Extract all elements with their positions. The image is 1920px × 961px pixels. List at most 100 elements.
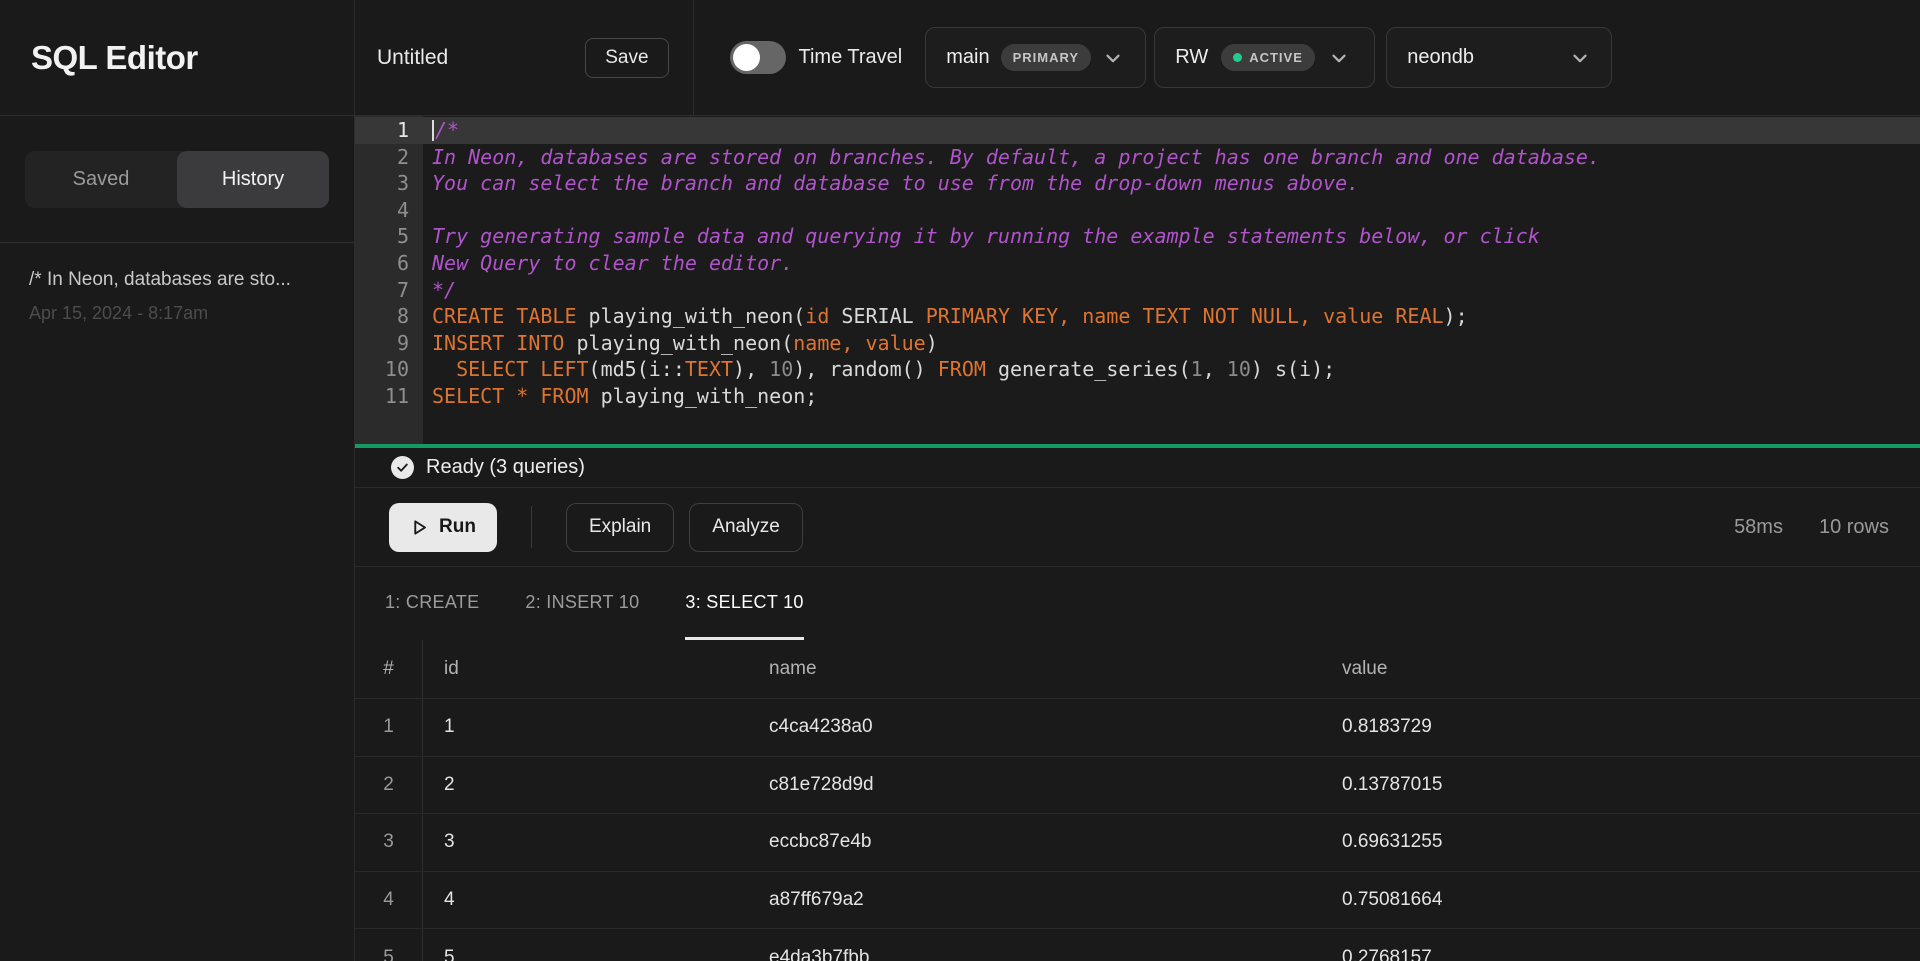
cell: 3 (355, 814, 423, 871)
cell: 3 (423, 831, 749, 853)
text-cursor (432, 120, 434, 141)
token: 10 (769, 357, 793, 381)
chevron-down-icon (1569, 47, 1591, 69)
query-title: Untitled (377, 46, 448, 70)
endpoint-status-label: ACTIVE (1249, 50, 1303, 65)
line-number: 3 (355, 170, 423, 197)
token (1130, 304, 1142, 328)
cell: a87ff679a2 (749, 889, 1322, 911)
code-line[interactable]: 5 Try generating sample data and querying… (355, 223, 1920, 250)
token (504, 384, 516, 408)
token: ), (733, 357, 769, 381)
endpoint-select[interactable]: RW ACTIVE (1154, 27, 1375, 88)
line-number: 1 (355, 117, 423, 144)
code-text: New Query to clear the editor. (423, 250, 793, 277)
code-line[interactable]: 3You can select the branch and database … (355, 170, 1920, 197)
token: 1 (1191, 357, 1203, 381)
code-line[interactable]: 6New Query to clear the editor. (355, 250, 1920, 277)
status-text: Ready (3 queries) (426, 456, 585, 479)
tab-history[interactable]: History (177, 151, 329, 208)
code-text: In Neon, databases are stored on branche… (423, 144, 1600, 171)
run-button[interactable]: Run (389, 503, 497, 552)
code-line[interactable]: 1 /* (355, 117, 1920, 144)
branch-name: main (946, 46, 989, 69)
token: SERIAL (829, 304, 925, 328)
sql-editor-app: SQL Editor SavedHistory /* In Neon, data… (0, 0, 1920, 961)
token: playing_with_neon; (589, 384, 818, 408)
results-table: #idnamevalue11c4ca4238a00.818372922c81e7… (355, 640, 1920, 961)
token: */ (432, 278, 456, 302)
token: name (1082, 304, 1130, 328)
page-title: SQL Editor (31, 39, 198, 77)
token: New Query to clear the editor. (432, 251, 793, 275)
saved-history-segmented-control: SavedHistory (25, 151, 329, 208)
database-name: neondb (1407, 46, 1474, 69)
sidebar-header: SQL Editor (0, 0, 354, 116)
main-pane: Untitled Save Time Travel main PRIMARY R… (355, 0, 1920, 961)
result-tab-3-select-10[interactable]: 3: SELECT 10 (685, 567, 803, 640)
token: TEXT (685, 357, 733, 381)
code-line[interactable]: 8CREATE TABLE playing_with_neon(id SERIA… (355, 303, 1920, 330)
code-text: /* (423, 117, 459, 144)
database-select[interactable]: neondb (1386, 27, 1612, 88)
token (853, 331, 865, 355)
token: REAL (1395, 304, 1443, 328)
token (432, 357, 456, 381)
actions-divider (531, 506, 532, 548)
tab-saved[interactable]: Saved (25, 151, 177, 208)
code-line[interactable]: 2In Neon, databases are stored on branch… (355, 144, 1920, 171)
cell: 1 (355, 699, 423, 756)
result-tab-2-insert-10[interactable]: 2: INSERT 10 (525, 567, 639, 640)
token (528, 384, 540, 408)
code-line[interactable]: 10 SELECT LEFT(md5(i::TEXT), 10), random… (355, 356, 1920, 383)
cell: 0.69631255 (1322, 831, 1920, 853)
chevron-down-icon (1328, 47, 1350, 69)
table-row: 55e4da3b7fbb0.2768157 (355, 929, 1920, 961)
topbar: Untitled Save Time Travel main PRIMARY R… (355, 0, 1920, 116)
check-circle-icon (391, 456, 414, 479)
token: generate_series( (986, 357, 1191, 381)
result-tabs: 1: CREATE 2: INSERT 10 3: SELECT 10 (355, 567, 1920, 640)
cell: eccbc87e4b (749, 831, 1322, 853)
token: Try generating sample data and querying … (432, 224, 1540, 248)
code-line[interactable]: 11SELECT * FROM playing_with_neon; (355, 383, 1920, 410)
cell: 5 (423, 947, 749, 961)
branch-primary-badge: PRIMARY (1001, 44, 1091, 71)
token: ); (1444, 304, 1468, 328)
token: ) s(i); (1251, 357, 1335, 381)
token: TEXT NOT NULL, (1142, 304, 1311, 328)
cell: 2 (355, 757, 423, 814)
token: /* (435, 118, 459, 142)
token (1311, 304, 1323, 328)
token (1070, 304, 1082, 328)
history-item[interactable]: /* In Neon, databases are sto...Apr 15, … (29, 269, 330, 324)
token: SELECT LEFT (456, 357, 588, 381)
save-button[interactable]: Save (585, 38, 668, 78)
table-row: 22c81e728d9d0.13787015 (355, 757, 1920, 815)
explain-button[interactable]: Explain (566, 503, 674, 552)
code-line[interactable]: 4 (355, 197, 1920, 224)
play-icon (410, 518, 429, 537)
table-row: 11c4ca4238a00.8183729 (355, 699, 1920, 757)
cell: 2 (423, 774, 749, 796)
topbar-divider (693, 0, 694, 115)
line-number: 5 (355, 223, 423, 250)
token: INSERT INTO (432, 331, 564, 355)
token: name, (793, 331, 853, 355)
code-line[interactable]: 9INSERT INTO playing_with_neon(name, val… (355, 330, 1920, 357)
column-header-id: id (423, 658, 749, 680)
token: FROM (938, 357, 986, 381)
history-list: /* In Neon, databases are sto...Apr 15, … (0, 243, 354, 324)
branch-select[interactable]: main PRIMARY (925, 27, 1146, 88)
query-metrics: 58ms 10 rows (1734, 516, 1889, 539)
table-row: 44a87ff679a20.75081664 (355, 872, 1920, 930)
query-time: 58ms (1734, 516, 1783, 539)
analyze-button[interactable]: Analyze (689, 503, 803, 552)
result-tab-1-create[interactable]: 1: CREATE (385, 567, 479, 640)
cell: 0.13787015 (1322, 774, 1920, 796)
token: playing_with_neon( (577, 304, 806, 328)
token: ), random() (793, 357, 938, 381)
time-travel-toggle[interactable] (730, 41, 786, 74)
code-editor[interactable]: 1 /*2In Neon, databases are stored on bra… (355, 116, 1920, 444)
code-line[interactable]: 7*/ (355, 277, 1920, 304)
